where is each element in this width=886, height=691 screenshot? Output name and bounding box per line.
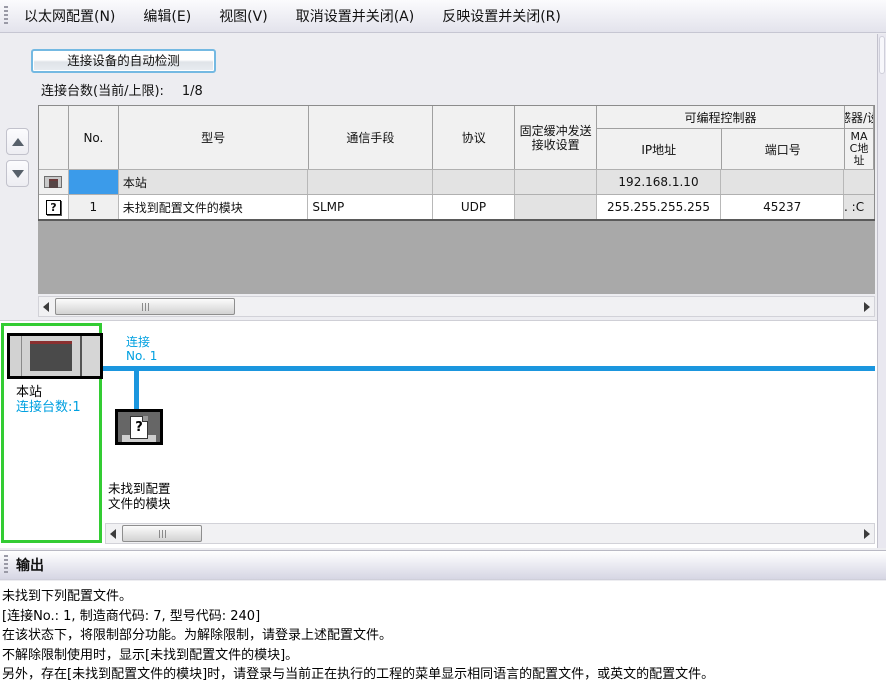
host-connection-count: 连接台数:1 bbox=[16, 396, 81, 415]
connection-count-line: 连接台数(当前/上限): 1/8 bbox=[41, 80, 203, 99]
device-table-header: No. 型号 通信手段 协议 固定缓冲发送 接收设置 可编程控制器 IP地址 端… bbox=[39, 106, 874, 169]
scroll-right-icon[interactable] bbox=[860, 524, 874, 543]
host-row-no-cell[interactable] bbox=[69, 170, 119, 194]
header-model: 型号 bbox=[119, 106, 309, 169]
header-device-group-label: 传感器/设备 bbox=[845, 106, 873, 129]
header-selector-column bbox=[39, 106, 69, 169]
device-row-fixed-buffer-cell[interactable] bbox=[515, 195, 597, 219]
header-device-group: 传感器/设备 MAC地址 bbox=[845, 106, 874, 169]
device-drop-line bbox=[134, 371, 139, 409]
menu-view[interactable]: 视图(V) bbox=[217, 3, 270, 29]
header-communication: 通信手段 bbox=[309, 106, 434, 169]
output-line: 不解除限制使用时，显示[未找到配置文件的模块]。 bbox=[2, 646, 884, 666]
host-station-image[interactable] bbox=[7, 333, 103, 379]
down-arrow-icon bbox=[12, 170, 24, 178]
header-plc-group-label: 可编程控制器 bbox=[597, 106, 844, 129]
unknown-device-image[interactable]: ? bbox=[115, 409, 163, 445]
plc-screen bbox=[30, 341, 72, 371]
device-row-port-cell[interactable]: 45237 bbox=[721, 195, 844, 219]
header-fixed-buffer: 固定缓冲发送 接收设置 bbox=[515, 106, 597, 169]
host-row-selector-cell[interactable] bbox=[39, 170, 69, 194]
device-row-ip-cell[interactable]: 255.255.255.255 bbox=[597, 195, 722, 219]
question-page-icon: ? bbox=[130, 416, 148, 439]
host-row-mac-cell[interactable] bbox=[844, 170, 874, 194]
device-table: No. 型号 通信手段 协议 固定缓冲发送 接收设置 可编程控制器 IP地址 端… bbox=[38, 105, 875, 220]
output-grip-icon[interactable] bbox=[4, 555, 8, 575]
menu-bar: 以太网配置(N) 编辑(E) 视图(V) 取消设置并关闭(A) 反映设置并关闭(… bbox=[0, 0, 886, 33]
window-right-edge bbox=[877, 34, 886, 548]
vertical-scrollbar-thumb[interactable] bbox=[879, 36, 885, 74]
ethernet-trunk-line bbox=[103, 366, 875, 371]
unknown-module-icon: ? bbox=[46, 200, 61, 215]
toolbar-grip-icon[interactable] bbox=[4, 6, 8, 26]
header-no: No. bbox=[69, 106, 119, 169]
device-row-mac-cell[interactable]: . :C bbox=[844, 195, 874, 219]
device-row-no-cell[interactable]: 1 bbox=[69, 195, 119, 219]
network-diagram-panel: 本站 连接台数:1 连接 No. 1 ? 未找到配置 文件的模块 bbox=[0, 320, 877, 548]
output-line: [连接No.: 1, 制造商代码: 7, 型号代码: 240] bbox=[2, 607, 884, 627]
output-panel-title: 输出 bbox=[16, 555, 44, 575]
menu-ethernet-config[interactable]: 以太网配置(N) bbox=[22, 3, 117, 29]
host-row-comm-cell[interactable] bbox=[308, 170, 433, 194]
table-row-host: 本站 192.168.1.10 bbox=[39, 169, 874, 194]
menu-apply-and-close[interactable]: 反映设置并关闭(R) bbox=[440, 3, 563, 29]
module-thumbnail-icon bbox=[44, 176, 62, 188]
connection-count-label: 连接台数(当前/上限): bbox=[41, 84, 164, 99]
output-panel-body: 未找到下列配置文件。 [连接No.: 1, 制造商代码: 7, 型号代码: 24… bbox=[0, 581, 886, 691]
connection-no-label: 连接 No. 1 bbox=[126, 335, 157, 363]
move-row-down-button[interactable] bbox=[6, 160, 29, 187]
device-row-protocol-cell[interactable]: UDP bbox=[433, 195, 515, 219]
host-row-ip-cell[interactable]: 192.168.1.10 bbox=[597, 170, 722, 194]
header-port: 端口号 bbox=[722, 129, 845, 169]
up-arrow-icon bbox=[12, 138, 24, 146]
table-horizontal-scrollbar[interactable] bbox=[38, 296, 875, 317]
output-line: 另外，存在[未找到配置文件的模块]时，请登录与当前正在执行的工程的菜单显示相同语… bbox=[2, 665, 884, 685]
diagram-scrollbar-thumb[interactable] bbox=[122, 525, 202, 542]
device-row-selector-cell[interactable]: ? bbox=[39, 195, 69, 219]
header-mac-address: MAC地址 bbox=[845, 129, 873, 169]
move-row-up-button[interactable] bbox=[6, 128, 29, 155]
header-protocol: 协议 bbox=[433, 106, 515, 169]
header-ip-address: IP地址 bbox=[597, 129, 722, 169]
menu-items: 以太网配置(N) 编辑(E) 视图(V) 取消设置并关闭(A) 反映设置并关闭(… bbox=[22, 3, 563, 29]
host-row-port-cell[interactable] bbox=[721, 170, 844, 194]
host-row-protocol-cell[interactable] bbox=[433, 170, 515, 194]
output-line: 未找到下列配置文件。 bbox=[2, 587, 884, 607]
table-empty-area bbox=[38, 219, 875, 294]
output-panel-header: 输出 bbox=[0, 550, 886, 580]
device-row-comm-cell[interactable]: SLMP bbox=[308, 195, 433, 219]
host-row-model-cell[interactable]: 本站 bbox=[119, 170, 309, 194]
scroll-right-icon[interactable] bbox=[860, 297, 874, 316]
header-plc-group: 可编程控制器 IP地址 端口号 bbox=[597, 106, 845, 169]
device-row-model-cell[interactable]: 未找到配置文件的模块 bbox=[119, 195, 309, 219]
table-row-device-1: ? 1 未找到配置文件的模块 SLMP UDP 255.255.255.255 … bbox=[39, 194, 874, 219]
connection-count-value: 1/8 bbox=[182, 84, 203, 99]
auto-detect-button[interactable]: 连接设备的自动检测 bbox=[31, 49, 216, 73]
scroll-left-icon[interactable] bbox=[106, 524, 120, 543]
scroll-left-icon[interactable] bbox=[39, 297, 53, 316]
diagram-horizontal-scrollbar[interactable] bbox=[105, 523, 875, 544]
menu-edit[interactable]: 编辑(E) bbox=[141, 3, 193, 29]
menu-cancel-and-close[interactable]: 取消设置并关闭(A) bbox=[294, 3, 417, 29]
output-line: 在该状态下，将限制部分功能。为解除限制，请登录上述配置文件。 bbox=[2, 626, 884, 646]
host-row-fixed-buffer-cell[interactable] bbox=[515, 170, 597, 194]
unknown-device-label: 未找到配置 文件的模块 bbox=[108, 481, 171, 511]
table-scrollbar-thumb[interactable] bbox=[55, 298, 235, 315]
